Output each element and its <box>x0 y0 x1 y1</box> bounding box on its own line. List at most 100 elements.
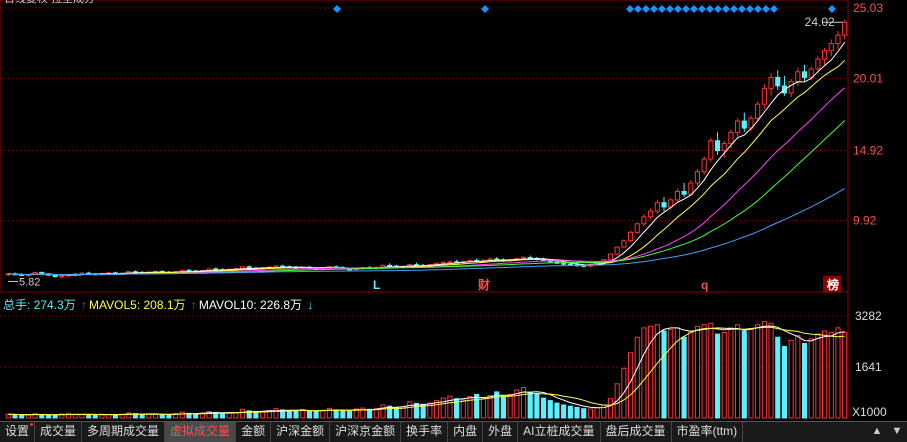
candle[interactable] <box>213 268 219 271</box>
candle[interactable] <box>795 71 801 83</box>
event-diamond-icon[interactable] <box>698 5 706 13</box>
candle[interactable] <box>755 103 761 119</box>
volume-bar[interactable] <box>447 395 453 419</box>
volume-bar[interactable] <box>547 400 553 419</box>
volume-bar[interactable] <box>474 393 480 419</box>
volume-bar[interactable] <box>219 412 226 419</box>
volume-bar[interactable] <box>92 414 98 419</box>
candle[interactable] <box>815 58 821 70</box>
candle[interactable] <box>761 88 767 105</box>
tab-0[interactable]: 设置 <box>0 422 36 442</box>
event-diamond-icon[interactable] <box>666 5 674 13</box>
volume-bar[interactable] <box>801 342 808 419</box>
candle[interactable] <box>561 262 567 265</box>
candle[interactable] <box>447 261 453 264</box>
event-marker-label[interactable]: 榜 <box>827 277 839 292</box>
volume-bar[interactable] <box>12 414 18 419</box>
candle[interactable] <box>614 246 620 255</box>
candle[interactable] <box>661 202 667 208</box>
tab-8[interactable]: 内盘 <box>448 422 484 442</box>
volume-bar[interactable] <box>306 410 312 419</box>
volume-bar[interactable] <box>293 410 299 419</box>
volume-bar[interactable] <box>152 413 159 419</box>
volume-bar[interactable] <box>487 395 493 419</box>
candle[interactable] <box>768 76 774 90</box>
candle[interactable] <box>634 223 640 233</box>
candle[interactable] <box>654 202 660 212</box>
volume-bar[interactable] <box>460 399 466 419</box>
event-diamond-icon[interactable] <box>706 5 714 13</box>
tab-1[interactable]: 成交量 <box>35 422 83 442</box>
price-panel[interactable]: 24.02 5.82 <box>5 15 848 288</box>
volume-bar[interactable] <box>25 414 31 419</box>
volume-bar[interactable] <box>822 330 828 419</box>
volume-bar[interactable] <box>714 333 721 419</box>
candle[interactable] <box>648 210 654 218</box>
volume-bar[interactable] <box>708 322 714 419</box>
tab-10[interactable]: AI立桩成交量 <box>518 422 601 442</box>
candle[interactable] <box>688 182 694 195</box>
candle[interactable] <box>59 275 65 278</box>
candle[interactable] <box>79 272 85 275</box>
volume-bar[interactable] <box>286 410 292 419</box>
candle[interactable] <box>708 140 714 160</box>
event-diamond-icon[interactable] <box>658 5 666 13</box>
tab-12[interactable]: 市盈率(ttm) <box>672 422 744 442</box>
candle[interactable] <box>607 253 614 261</box>
volume-bar[interactable] <box>45 414 52 419</box>
volume-bar[interactable] <box>735 324 741 419</box>
event-diamond-icon[interactable] <box>754 5 762 13</box>
volume-bar[interactable] <box>5 413 11 419</box>
volume-bar[interactable] <box>541 397 547 419</box>
volume-bar[interactable] <box>561 404 567 419</box>
tab-9[interactable]: 外盘 <box>483 422 519 442</box>
candle[interactable] <box>520 257 527 260</box>
event-marker-label[interactable]: 财 <box>477 277 490 292</box>
volume-bar[interactable] <box>233 412 239 419</box>
event-diamond-icon[interactable] <box>770 5 778 13</box>
candle[interactable] <box>721 143 727 152</box>
candle[interactable] <box>567 263 573 266</box>
event-diamond-icon[interactable] <box>730 5 738 13</box>
volume-bar[interactable] <box>166 414 172 419</box>
volume-bar[interactable] <box>634 336 640 419</box>
volume-bar[interactable] <box>587 408 593 419</box>
volume-bar[interactable] <box>594 407 600 419</box>
volume-bar[interactable] <box>320 409 326 419</box>
candle[interactable] <box>674 190 680 201</box>
candle[interactable] <box>842 21 848 36</box>
candle[interactable] <box>641 216 647 225</box>
volume-bar[interactable] <box>815 333 821 419</box>
volume-bar[interactable] <box>333 409 339 419</box>
candle[interactable] <box>440 262 446 265</box>
volume-bar[interactable] <box>567 405 573 419</box>
event-diamond-icon[interactable] <box>714 5 722 13</box>
tab-7[interactable]: 换手率 <box>401 422 449 442</box>
candle[interactable] <box>835 34 841 45</box>
volume-bar[interactable] <box>534 393 540 419</box>
volume-bar[interactable] <box>159 414 165 419</box>
candle[interactable] <box>728 131 734 145</box>
candle[interactable] <box>714 140 721 152</box>
kline-chart[interactable]: 24.02 5.82 25.03 20.01 14.92 9.92 3282 1641 X10… <box>0 0 907 441</box>
volume-bar[interactable] <box>193 413 199 419</box>
event-diamond-icon[interactable] <box>738 5 746 13</box>
volume-bar[interactable] <box>253 411 259 419</box>
event-diamond-icon[interactable] <box>626 5 634 13</box>
volume-bar[interactable] <box>273 408 279 419</box>
volume-bar[interactable] <box>721 332 727 419</box>
volume-bar[interactable] <box>808 338 814 419</box>
volume-bar[interactable] <box>19 414 25 419</box>
candle[interactable] <box>701 158 707 173</box>
candle[interactable] <box>801 71 808 78</box>
volume-bar[interactable] <box>574 406 580 419</box>
tab-3[interactable]: 虚拟成交量 <box>165 422 237 442</box>
scroll-up-icon[interactable]: ▲ <box>872 425 883 437</box>
volume-bar[interactable] <box>79 414 85 419</box>
volume-bar[interactable] <box>641 327 647 419</box>
event-diamond-icon[interactable] <box>690 5 698 13</box>
volume-bar[interactable] <box>581 408 587 419</box>
volume-bar[interactable] <box>694 325 701 419</box>
volume-bar[interactable] <box>507 393 513 419</box>
candle[interactable] <box>246 266 252 269</box>
